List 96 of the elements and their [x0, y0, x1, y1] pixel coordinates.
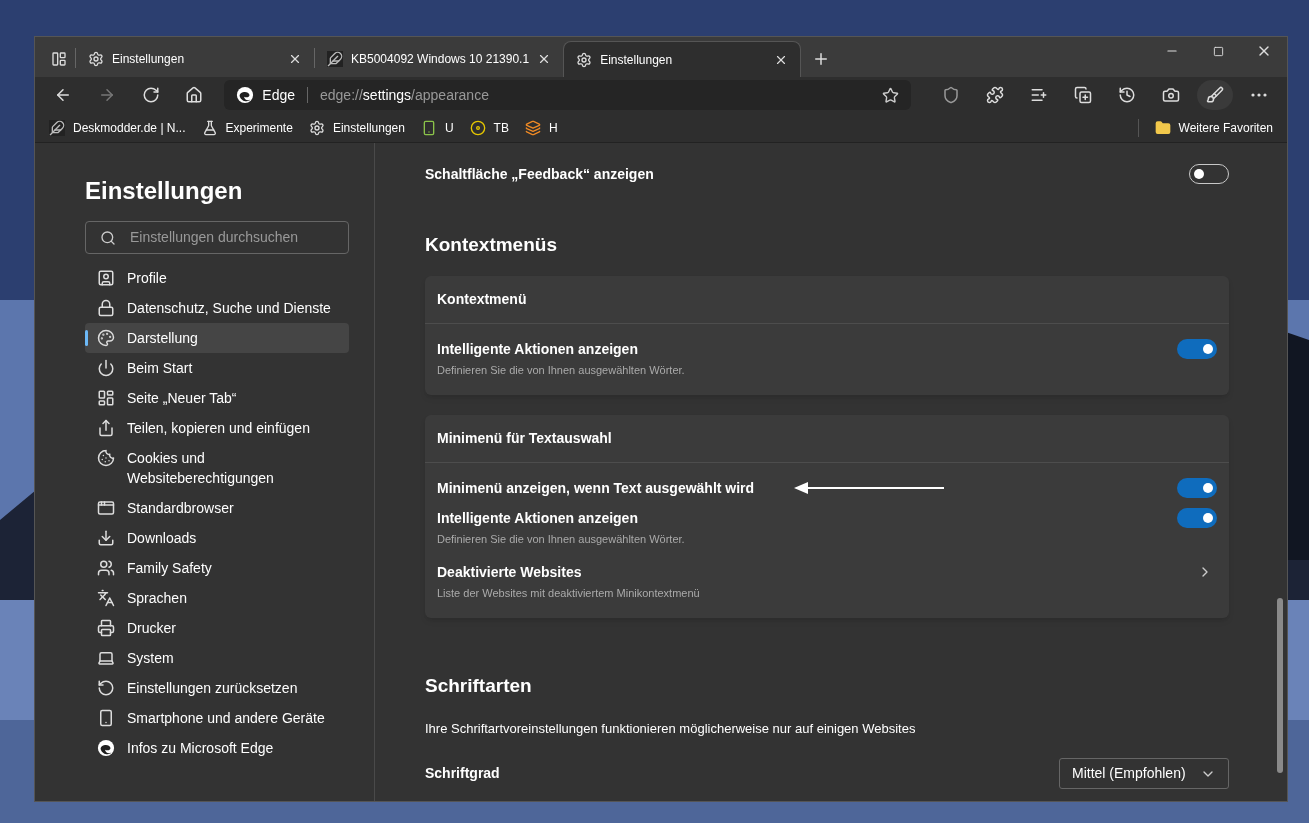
sidebar-item[interactable]: Drucker — [85, 613, 349, 643]
card-title: Kontextmenü — [437, 289, 527, 309]
people-icon — [97, 559, 115, 577]
address-bar[interactable]: Edge edge://settings/appearance — [224, 80, 912, 110]
bookmark-item[interactable]: Einstellungen — [308, 118, 405, 137]
search-icon — [100, 229, 116, 246]
sidebar-item[interactable]: Einstellungen zurücksetzen — [85, 673, 349, 703]
power-icon — [97, 359, 115, 377]
edge-logo-icon — [97, 739, 115, 757]
history-icon — [1118, 86, 1137, 104]
setting-description: Definieren Sie die von Ihnen ausgewählten Wörter. — [437, 362, 686, 378]
search-input[interactable]: Einstellungen durchsuchen — [130, 227, 334, 248]
setting-description: Definieren Sie die von Ihnen ausgewählten Wörter. — [437, 532, 686, 547]
section-heading: Schriftarten — [425, 674, 533, 698]
url-text: edge://settings/appearance — [320, 85, 489, 105]
sidebar-item[interactable]: Profile — [85, 263, 349, 293]
browser-tab[interactable]: KB5004092 Windows 10 21390.1 — [315, 41, 564, 77]
bookmark-item[interactable]: U — [420, 118, 454, 137]
sidebar-item[interactable]: Seite „Neuer Tab“ — [85, 383, 349, 413]
sidebar-item[interactable]: Standardbrowser — [85, 493, 349, 523]
sidebar-item[interactable]: Downloads — [85, 523, 349, 553]
add-favorite-icon[interactable] — [882, 86, 900, 104]
toggle-switch[interactable] — [1177, 478, 1217, 498]
sidebar-item[interactable]: Teilen, kopieren und einfügen — [85, 413, 349, 443]
bookmark-item[interactable]: TB — [469, 118, 509, 137]
window-icon — [97, 499, 115, 517]
sidebar-item[interactable]: Sprachen — [85, 583, 349, 613]
tab-title: KB5004092 Windows 10 21390.1 — [351, 51, 530, 68]
close-icon[interactable] — [288, 52, 302, 66]
maximize-icon — [1212, 45, 1224, 57]
settings-icon — [576, 51, 593, 68]
toggle-switch[interactable] — [1177, 508, 1217, 528]
laptop-icon — [97, 649, 115, 667]
reload-icon — [141, 86, 160, 104]
sidebar-item[interactable]: Darstellung — [85, 323, 349, 353]
edge-logo-icon — [236, 86, 255, 104]
share-icon — [97, 419, 115, 437]
section-description: Ihre Schriftartvoreinstellungen funktionieren möglicherweise nur auf einigen Websites — [425, 719, 917, 738]
layers-icon — [524, 119, 541, 136]
section-heading: Kontextmenüs — [425, 233, 558, 257]
browser-tab[interactable]: Einstellungen — [76, 41, 314, 77]
tab-actions-icon — [51, 51, 67, 67]
sidebar-item[interactable]: Datenschutz, Suche und Dienste — [85, 293, 349, 323]
setting-label: Deaktivierte Websites — [437, 562, 582, 582]
sidebar-item[interactable]: Family Safety — [85, 553, 349, 583]
folder-icon — [1154, 119, 1171, 136]
printer-icon — [97, 619, 115, 637]
browser-tab[interactable]: Einstellungen — [563, 41, 802, 77]
sidebar-item[interactable]: System — [85, 643, 349, 673]
sidebar-item[interactable]: Smartphone und andere Geräte — [85, 703, 349, 733]
palette-icon — [97, 329, 115, 347]
scrollbar-thumb[interactable] — [1277, 598, 1283, 773]
sidebar-item[interactable]: Beim Start — [85, 353, 349, 383]
tab-title: Einstellungen — [112, 51, 186, 68]
sidebar-item[interactable]: Cookies und Websiteberechtigungen — [85, 443, 349, 493]
setting-description: Liste der Websites mit deaktiviertem Minikontextmenü — [437, 585, 701, 601]
dashboard-icon — [97, 389, 115, 407]
download-icon — [97, 529, 115, 547]
sidebar-item[interactable]: Infos zu Microsoft Edge — [85, 733, 349, 763]
camera-icon — [1162, 86, 1181, 104]
smartphone-icon — [97, 709, 115, 727]
settings-icon — [88, 51, 104, 67]
settings-icon — [308, 119, 325, 136]
cookie-icon — [97, 449, 115, 467]
languages-icon — [97, 589, 115, 607]
browser-brand: Edge — [262, 85, 295, 105]
disc-icon — [469, 119, 486, 136]
setting-label: Intelligente Aktionen anzeigen — [437, 339, 638, 359]
feather-icon — [327, 51, 343, 67]
search-field[interactable]: Einstellungen durchsuchen — [85, 221, 349, 254]
more-icon — [1251, 93, 1268, 97]
bookmark-item[interactable]: Deskmodder.de | N... — [49, 118, 186, 137]
card-title: Minimenü für Textauswahl — [437, 429, 612, 448]
profile-icon — [97, 269, 115, 287]
home-icon — [185, 86, 204, 104]
other-favorites-item[interactable]: Weitere Favoriten — [1154, 118, 1273, 137]
font-size-dropdown[interactable]: Mittel (Empfohlen) — [1059, 758, 1229, 789]
setting-label: Schriftgrad — [425, 764, 500, 783]
feather-icon — [49, 119, 65, 136]
setting-label: Intelligente Aktionen anzeigen — [437, 509, 638, 528]
sidebar-title: Einstellungen — [85, 176, 244, 206]
collections-icon — [1074, 86, 1093, 104]
setting-label: Schaltfläche „Feedback“ anzeigen — [425, 164, 654, 184]
shield-icon — [942, 86, 961, 104]
extensions-icon — [986, 86, 1005, 104]
lock-icon — [97, 299, 115, 317]
setting-label: Minimenü anzeigen, wenn Text ausgewählt wird — [437, 479, 755, 498]
favorites-icon — [1030, 86, 1049, 104]
tab-title: Einstellungen — [600, 51, 674, 69]
brush-button[interactable] — [1197, 80, 1234, 110]
flask-icon — [201, 119, 218, 136]
reset-icon — [97, 679, 115, 697]
toggle-switch[interactable] — [1177, 338, 1217, 359]
bookmark-item[interactable]: Experimente — [201, 118, 293, 137]
bookmark-item[interactable]: H — [524, 118, 558, 137]
brush-icon — [1206, 86, 1225, 104]
